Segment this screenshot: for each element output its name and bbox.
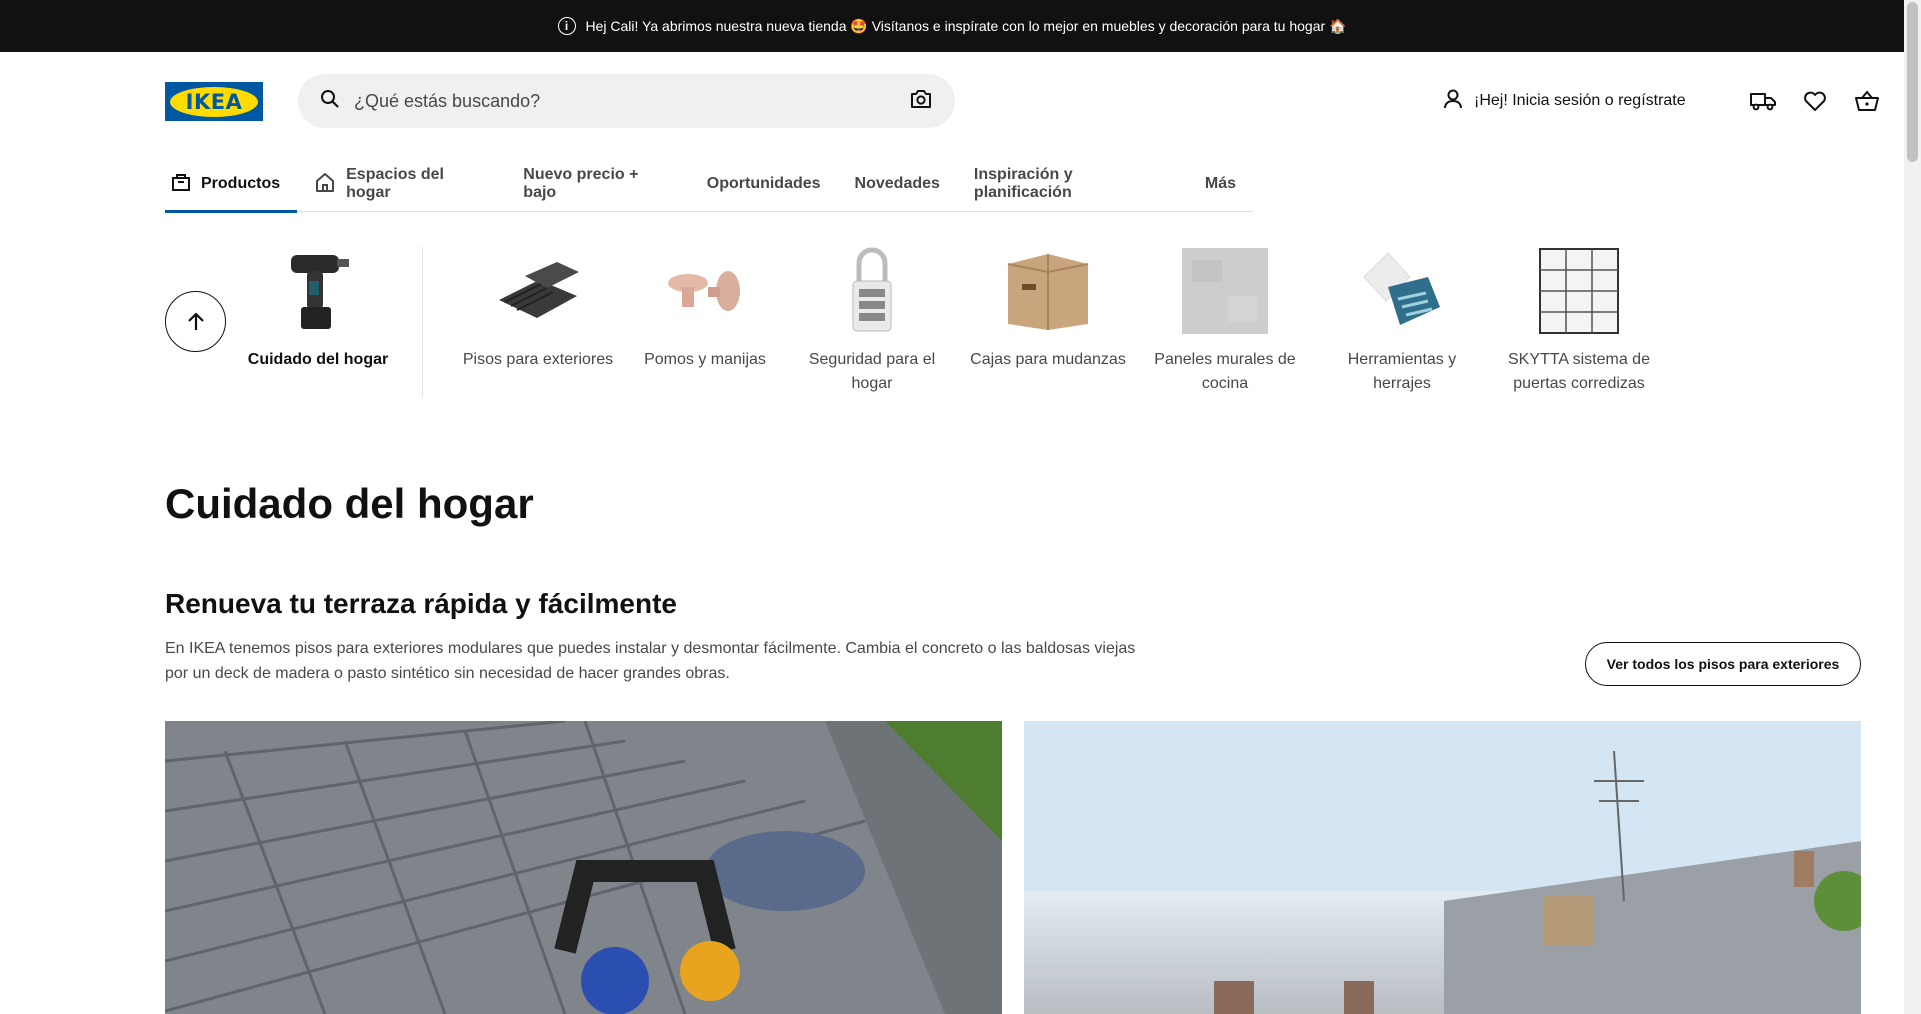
deck-tiles-icon [493, 246, 583, 336]
tab-oportunidades[interactable]: Oportunidades [690, 160, 838, 212]
camera-icon[interactable] [909, 88, 933, 115]
category-label: Paneles murales de cocina [1154, 351, 1296, 392]
tab-label: Espacios del hogar [346, 166, 444, 201]
tab-inspiracion[interactable]: Inspiración y planificación [957, 160, 1188, 212]
tab-espacios-del-hogar[interactable]: Espacios del hogar [297, 160, 506, 212]
category-label: SKYTTA sistema de puertas corredizas [1508, 351, 1650, 392]
category-label: Cuidado del hogar [247, 351, 389, 368]
page-title: Cuidado del hogar [165, 480, 534, 527]
tab-label: Oportunidades [706, 175, 821, 192]
category-skytta[interactable]: SKYTTA sistema de puertas corredizas [1499, 246, 1659, 396]
user-icon [1442, 88, 1464, 115]
ikea-logo[interactable]: IKEA [165, 82, 263, 121]
logo-text: IKEA [185, 89, 243, 114]
wall-panel-icon [1180, 246, 1270, 336]
tab-mas[interactable]: Más [1188, 160, 1253, 212]
tab-label: Novedades [854, 175, 940, 192]
heart-icon[interactable] [1800, 86, 1830, 116]
category-pisos-exteriores[interactable]: Pisos para exteriores [458, 246, 618, 372]
view-all-outdoor-flooring-button[interactable]: Ver todos los pisos para exteriores [1585, 642, 1861, 686]
back-up-button[interactable] [165, 291, 226, 352]
drill-icon [273, 246, 363, 336]
tab-label: Inspiración y planificación [973, 166, 1073, 201]
category-label: Pomos y manijas [644, 351, 766, 368]
promo-text: Hej Cali! Ya abrimos nuestra nueva tiend… [585, 17, 1347, 34]
category-label: Cajas para mudanzas [970, 351, 1126, 368]
category-cajas-mudanzas[interactable]: Cajas para mudanzas [968, 246, 1128, 372]
outdoor-deck-photo[interactable] [165, 721, 1002, 1014]
scrollbar[interactable] [1904, 0, 1921, 1014]
category-herramientas[interactable]: Herramientas y herrajes [1322, 246, 1482, 396]
toolkit-icon [1357, 246, 1447, 336]
section-description: En IKEA tenemos pisos para exteriores mo… [165, 640, 1136, 682]
tab-label: Productos [201, 175, 281, 192]
main-nav: Productos Espacios del hogar Nuevo preci… [165, 160, 1253, 213]
category-seguridad-hogar[interactable]: Seguridad para el hogar [792, 246, 952, 396]
search-bar[interactable] [298, 74, 955, 128]
shopping-basket-icon[interactable] [1852, 86, 1882, 116]
knobs-icon [660, 246, 750, 336]
promo-banner[interactable]: i Hej Cali! Ya abrimos nuestra nueva tie… [0, 0, 1904, 52]
sliding-door-icon [1534, 246, 1624, 336]
shopping-bag-icon [171, 172, 191, 197]
category-current[interactable]: Cuidado del hogar [238, 246, 398, 372]
tab-nuevo-precio[interactable]: Nuevo precio + bajo [506, 160, 689, 212]
padlock-icon [827, 246, 917, 336]
delivery-truck-icon[interactable] [1748, 86, 1778, 116]
category-pomos-manijas[interactable]: Pomos y manijas [625, 246, 785, 372]
category-label: Seguridad para el hogar [808, 351, 936, 392]
home-icon [314, 171, 336, 198]
section-title: Renueva tu terraza rápida y fácilmente [165, 588, 677, 619]
header-actions: ¡Hej! Inicia sesión o regístrate [1442, 86, 1882, 116]
moving-box-icon [1003, 246, 1093, 336]
tab-label: Nuevo precio + bajo [523, 166, 639, 201]
info-icon: i [557, 17, 576, 35]
scrollbar-thumb[interactable] [1907, 2, 1918, 162]
login-link[interactable]: ¡Hej! Inicia sesión o regístrate [1442, 88, 1686, 115]
category-label: Herramientas y herrajes [1347, 351, 1457, 392]
logo-oval: IKEA [170, 86, 258, 117]
login-label: ¡Hej! Inicia sesión o regístrate [1474, 92, 1686, 109]
category-divider [422, 247, 423, 397]
rooftop-terrace-photo[interactable] [1024, 721, 1861, 1014]
arrow-up-icon [187, 312, 204, 330]
category-label: Pisos para exteriores [462, 351, 614, 368]
tab-label: Más [1204, 175, 1236, 192]
search-icon[interactable] [320, 89, 340, 114]
tab-productos[interactable]: Productos [165, 160, 298, 213]
category-paneles-murales[interactable]: Paneles murales de cocina [1145, 246, 1305, 396]
tab-novedades[interactable]: Novedades [838, 160, 957, 212]
search-input[interactable] [354, 90, 909, 112]
